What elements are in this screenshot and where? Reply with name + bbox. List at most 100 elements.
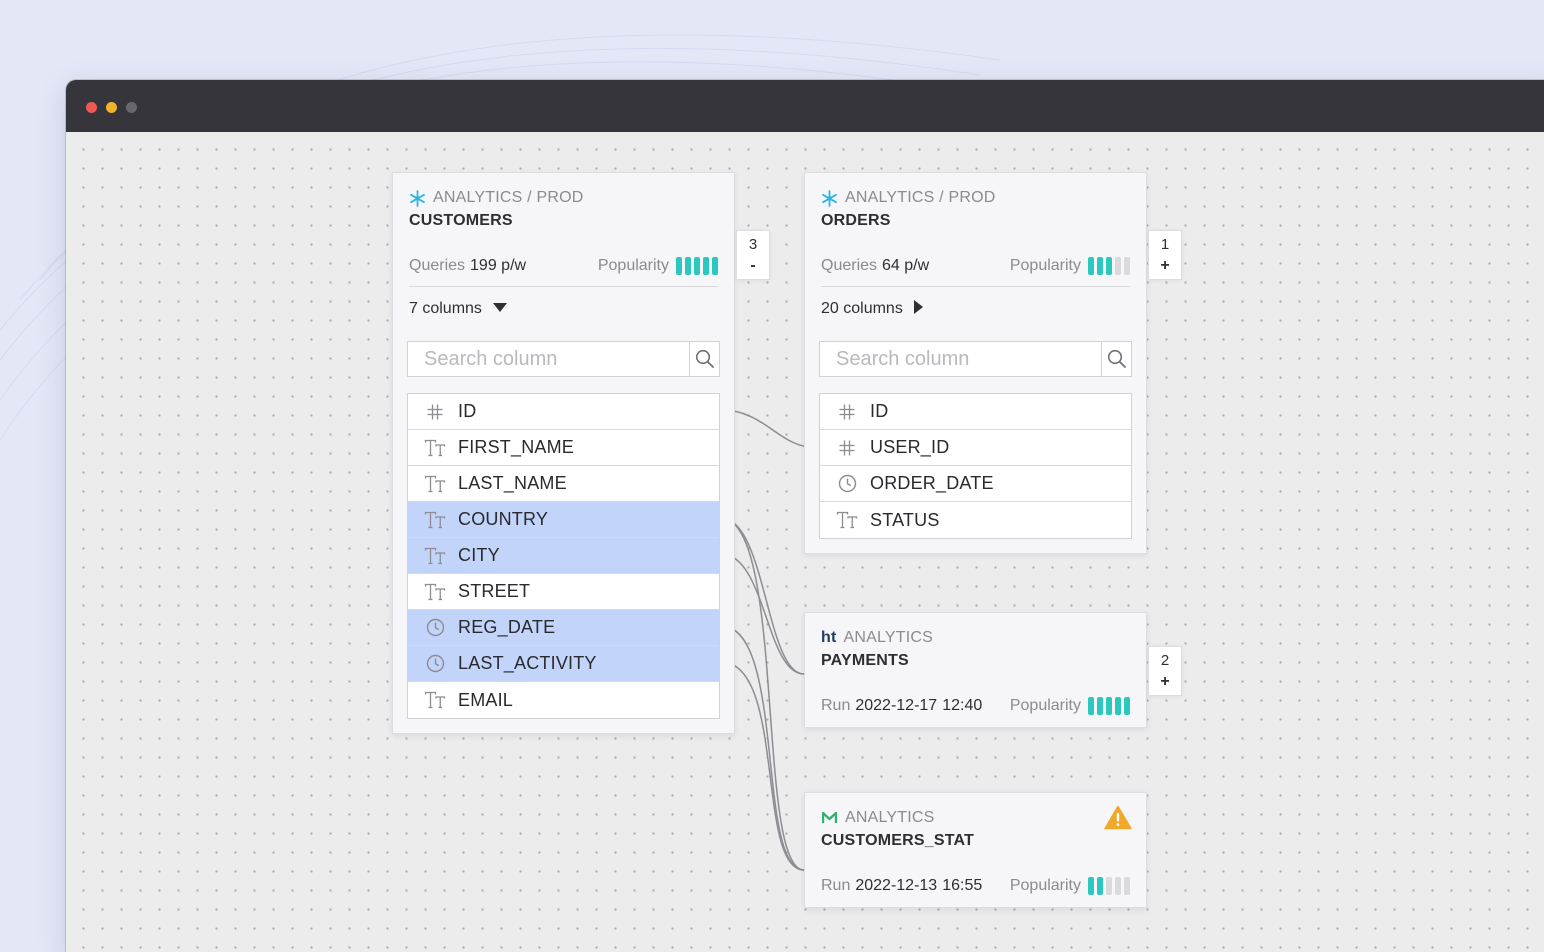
column-row[interactable]: LAST_ACTIVITY [408,646,719,682]
search-column-input[interactable] [820,342,1101,376]
columns-count: 7 columns [409,300,482,317]
breadcrumb: ANALYTICS / PROD [845,189,996,206]
column-row[interactable]: FIRST_NAME [408,430,719,466]
column-row[interactable]: CITY [408,538,719,574]
downstream-badge[interactable]: 2 + [1148,646,1182,696]
downstream-count: 1 [1160,236,1170,254]
queries-label: Queries [821,256,878,274]
column-name: COUNTRY [458,509,549,529]
popularity-bar [1124,256,1130,275]
run-date: 2022-12-17 [855,697,938,714]
search-button[interactable] [689,342,719,376]
column-name: EMAIL [458,689,514,710]
column-name: LAST_ACTIVITY [458,653,597,673]
app-window: ANALYTICS / PROD CUSTOMERS Queries 199 p/… [66,80,1544,952]
column-name: ID [458,401,477,421]
queries-label: Queries [409,256,466,274]
table-card-customers-stat[interactable]: ANALYTICS CUSTOMERS_STAT Run 2022-12-13 16… [804,792,1147,908]
search-icon [1107,349,1126,368]
column-row[interactable]: ORDER_DATE [820,466,1131,502]
column-row[interactable]: STREET [408,574,719,610]
column-search [819,341,1132,377]
columns-count: 20 columns [821,300,903,317]
column-name: ORDER_DATE [870,473,994,493]
column-name: FIRST_NAME [458,437,575,457]
hightouch-icon: ht [821,629,837,646]
popularity-bar [1088,256,1094,275]
search-button[interactable] [1101,342,1131,376]
column-row[interactable]: ID [408,394,719,430]
column-row[interactable]: USER_ID [820,430,1131,466]
column-row[interactable]: REG_DATE [408,610,719,646]
search-column-input[interactable] [408,342,689,376]
column-row[interactable]: COUNTRY [408,502,719,538]
popularity-bar [676,256,682,275]
column-row[interactable]: EMAIL [408,682,719,718]
clock-icon [424,653,446,675]
columns-toggle[interactable]: 20 columns [805,287,1146,331]
popularity-bar [712,256,718,275]
popularity-meter [1088,697,1130,715]
downstream-badge[interactable]: 1 + [1148,230,1182,280]
text-type-icon [836,509,858,531]
breadcrumb: ANALYTICS / PROD [433,189,584,206]
stats-row: Run 2022-12-17 12:40 Popularity [821,685,1130,727]
metabase-icon [821,810,838,827]
card-header: ht ANALYTICS PAYMENTS [805,613,1146,685]
column-row[interactable]: ID [820,394,1131,430]
column-row[interactable]: STATUS [820,502,1131,538]
column-name: STATUS [870,509,940,530]
caret-right-icon [913,299,924,319]
card-header: ANALYTICS / PROD ORDERS [805,173,1146,245]
run-label: Run [821,697,851,714]
stats-row: Run 2022-12-13 16:55 Popularity [821,865,1130,907]
caret-down-icon [492,300,507,318]
table-card-payments[interactable]: ht ANALYTICS PAYMENTS Run 2022-12-17 12:40… [804,612,1147,728]
expand-toggle[interactable]: + [1160,673,1169,690]
table-name: CUSTOMERS_STAT [821,832,975,849]
snowflake-icon [821,189,838,207]
popularity-label: Popularity [1009,256,1081,274]
table-card-orders[interactable]: ANALYTICS / PROD ORDERS Queries 64 p/w Po… [804,172,1147,554]
popularity-meter [1088,256,1130,275]
column-row[interactable]: LAST_NAME [408,466,719,502]
column-search [407,341,720,377]
popularity-bar [1115,256,1121,275]
popularity-bar [1115,877,1121,895]
popularity-bar [1097,697,1103,715]
text-type-icon [424,437,446,459]
column-name: LAST_NAME [458,473,567,493]
close-window-button[interactable] [86,102,97,113]
window-titlebar [66,80,1544,132]
card-header: ANALYTICS CUSTOMERS_STAT [805,793,1146,865]
run-date: 2022-12-13 [855,877,938,894]
search-icon [695,349,714,368]
text-type-icon [424,473,446,495]
text-type-icon [424,509,446,531]
stats-row: Queries 64 p/w Popularity [821,245,1130,287]
popularity-label: Popularity [597,256,669,274]
queries-value: 64 p/w [882,256,930,274]
run-time: 12:40 [942,697,983,714]
expand-toggle[interactable]: + [1160,257,1169,274]
clock-icon [836,473,858,495]
table-name: CUSTOMERS [409,212,513,229]
popularity-bar [1106,256,1112,275]
run-label: Run [821,877,851,894]
columns-toggle[interactable]: 7 columns [393,287,734,331]
popularity-bar [1106,697,1112,715]
warning-icon[interactable] [1104,805,1132,835]
table-name: ORDERS [821,212,891,229]
collapse-toggle[interactable]: - [750,257,755,274]
hash-icon [836,437,858,459]
table-card-customers[interactable]: ANALYTICS / PROD CUSTOMERS Queries 199 p/… [392,172,735,734]
downstream-badge[interactable]: 3 - [736,230,770,280]
column-list: ID FIRST_NAME LAST_NAME COUNTRY CITY STREET RE… [407,393,720,719]
popularity-label: Popularity [1009,697,1081,714]
lineage-canvas[interactable]: ANALYTICS / PROD CUSTOMERS Queries 199 p/… [66,132,1544,952]
column-list: ID USER_ID ORDER_DATE STATUS [819,393,1132,539]
breadcrumb: ANALYTICS [843,629,934,646]
popularity-meter [676,256,718,275]
minimize-window-button[interactable] [106,102,117,113]
maximize-window-button[interactable] [126,102,137,113]
